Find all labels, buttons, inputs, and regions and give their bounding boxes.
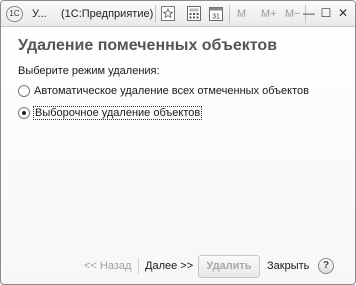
close-window-button[interactable]: ✕ xyxy=(335,5,351,22)
calendar-icon[interactable]: 31 xyxy=(209,6,223,21)
help-icon[interactable]: ? xyxy=(318,258,334,274)
radio-selective[interactable] xyxy=(18,107,30,119)
svg-text:31: 31 xyxy=(212,14,220,21)
title-divider xyxy=(229,5,230,23)
footer-divider xyxy=(138,258,139,274)
favorites-star-icon[interactable] xyxy=(161,6,175,21)
memory-m-button[interactable]: M xyxy=(237,6,246,22)
back-button[interactable]: << Назад xyxy=(84,260,131,272)
window-title: У... xyxy=(32,8,47,20)
option-automatic-label[interactable]: Автоматическое удаление всех отмеченных … xyxy=(33,85,310,97)
title-bar: 1С У... (1С:Предприятие) 31 M M+ M− — ☐ … xyxy=(1,1,355,27)
delete-marked-objects-window: 1С У... (1С:Предприятие) 31 M M+ M− — ☐ … xyxy=(0,0,356,285)
delete-button[interactable]: Удалить xyxy=(198,255,260,278)
app-name: (1С:Предприятие) xyxy=(61,8,154,20)
option-selective-delete[interactable]: Выборочное удаление объектов xyxy=(18,105,203,121)
memory-minus-button[interactable]: M− xyxy=(285,6,301,22)
close-button[interactable]: Закрыть xyxy=(267,260,309,272)
calculator-icon[interactable] xyxy=(187,6,201,21)
next-button[interactable]: Далее >> xyxy=(145,260,193,272)
option-selective-label[interactable]: Выборочное удаление объектов xyxy=(33,106,203,120)
radio-automatic[interactable] xyxy=(18,85,30,97)
maximize-button[interactable]: ☐ xyxy=(318,5,334,22)
page-title: Удаление помеченных объектов xyxy=(18,37,278,54)
minimize-button[interactable]: — xyxy=(301,5,317,22)
option-automatic-delete[interactable]: Автоматическое удаление всех отмеченных … xyxy=(18,83,310,99)
app-logo-icon[interactable]: 1С xyxy=(6,6,23,22)
title-divider xyxy=(155,5,156,23)
mode-prompt-label: Выберите режим удаления: xyxy=(18,65,160,77)
memory-plus-button[interactable]: M+ xyxy=(261,6,277,22)
